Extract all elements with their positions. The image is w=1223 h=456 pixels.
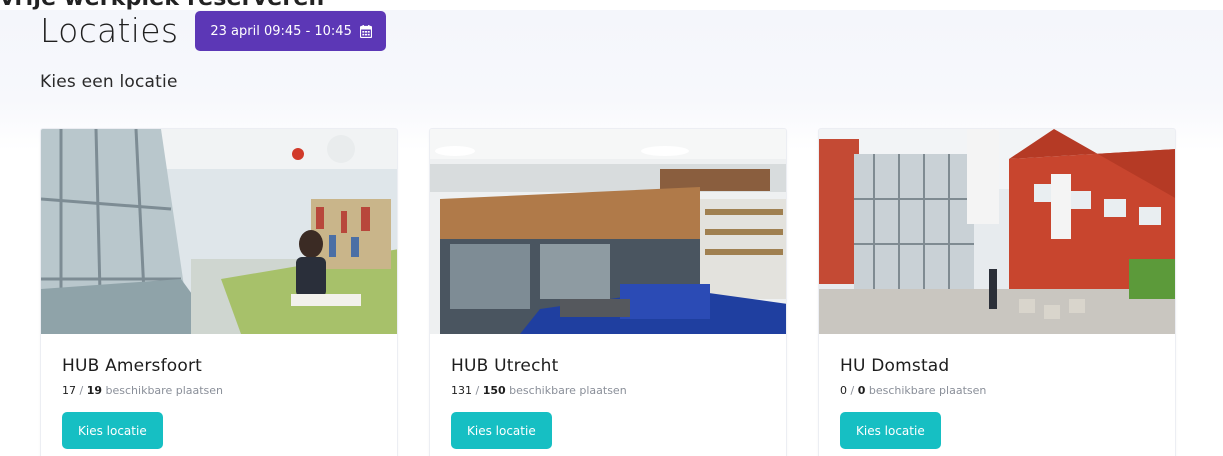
location-photo-domstad — [819, 129, 1175, 334]
location-card-amersfoort: HUB Amersfoort 17 / 19 beschikbare plaat… — [40, 128, 398, 456]
total-count: 150 — [482, 384, 506, 397]
datetime-label: 23 april 09:45 - 10:45 — [210, 23, 352, 39]
location-card-domstad: HU Domstad 0 / 0 beschikbare plaatsen Ki… — [818, 128, 1176, 456]
location-name: HUB Utrecht — [451, 356, 559, 376]
availability-label: beschikbare plaatsen — [105, 384, 224, 397]
datetime-button[interactable]: 23 april 09:45 - 10:45 — [195, 11, 386, 51]
total-count: 19 — [86, 384, 103, 397]
choose-location-button[interactable]: Kies locatie — [451, 412, 552, 449]
availability-label: beschikbare plaatsen — [868, 384, 987, 397]
location-name: HU Domstad — [840, 356, 950, 376]
availability-text: 131 / 150 beschikbare plaatsen — [451, 384, 627, 397]
availability-text: 17 / 19 beschikbare plaatsen — [62, 384, 224, 397]
available-count: 0 — [840, 384, 847, 397]
choose-location-button[interactable]: Kies locatie — [62, 412, 163, 449]
availability-text: 0 / 0 beschikbare plaatsen — [840, 384, 987, 397]
clipped-heading: vrije werkplek reserveren — [0, 0, 420, 10]
location-name: HUB Amersfoort — [62, 356, 203, 376]
page-title: Locaties — [40, 11, 179, 50]
location-photo-utrecht — [430, 129, 786, 334]
total-count: 0 — [857, 384, 866, 397]
available-count: 131 — [451, 384, 472, 397]
location-photo-amersfoort — [41, 129, 397, 334]
calendar-icon — [359, 24, 372, 38]
page-header: Locaties 23 april 09:45 - 10:45 — [40, 11, 386, 51]
page-subtitle: Kies een locatie — [40, 72, 178, 92]
availability-label: beschikbare plaatsen — [509, 384, 627, 397]
available-count: 17 — [62, 384, 76, 397]
choose-location-button[interactable]: Kies locatie — [840, 412, 941, 449]
location-card-utrecht: HUB Utrecht 131 / 150 beschikbare plaats… — [429, 128, 787, 456]
